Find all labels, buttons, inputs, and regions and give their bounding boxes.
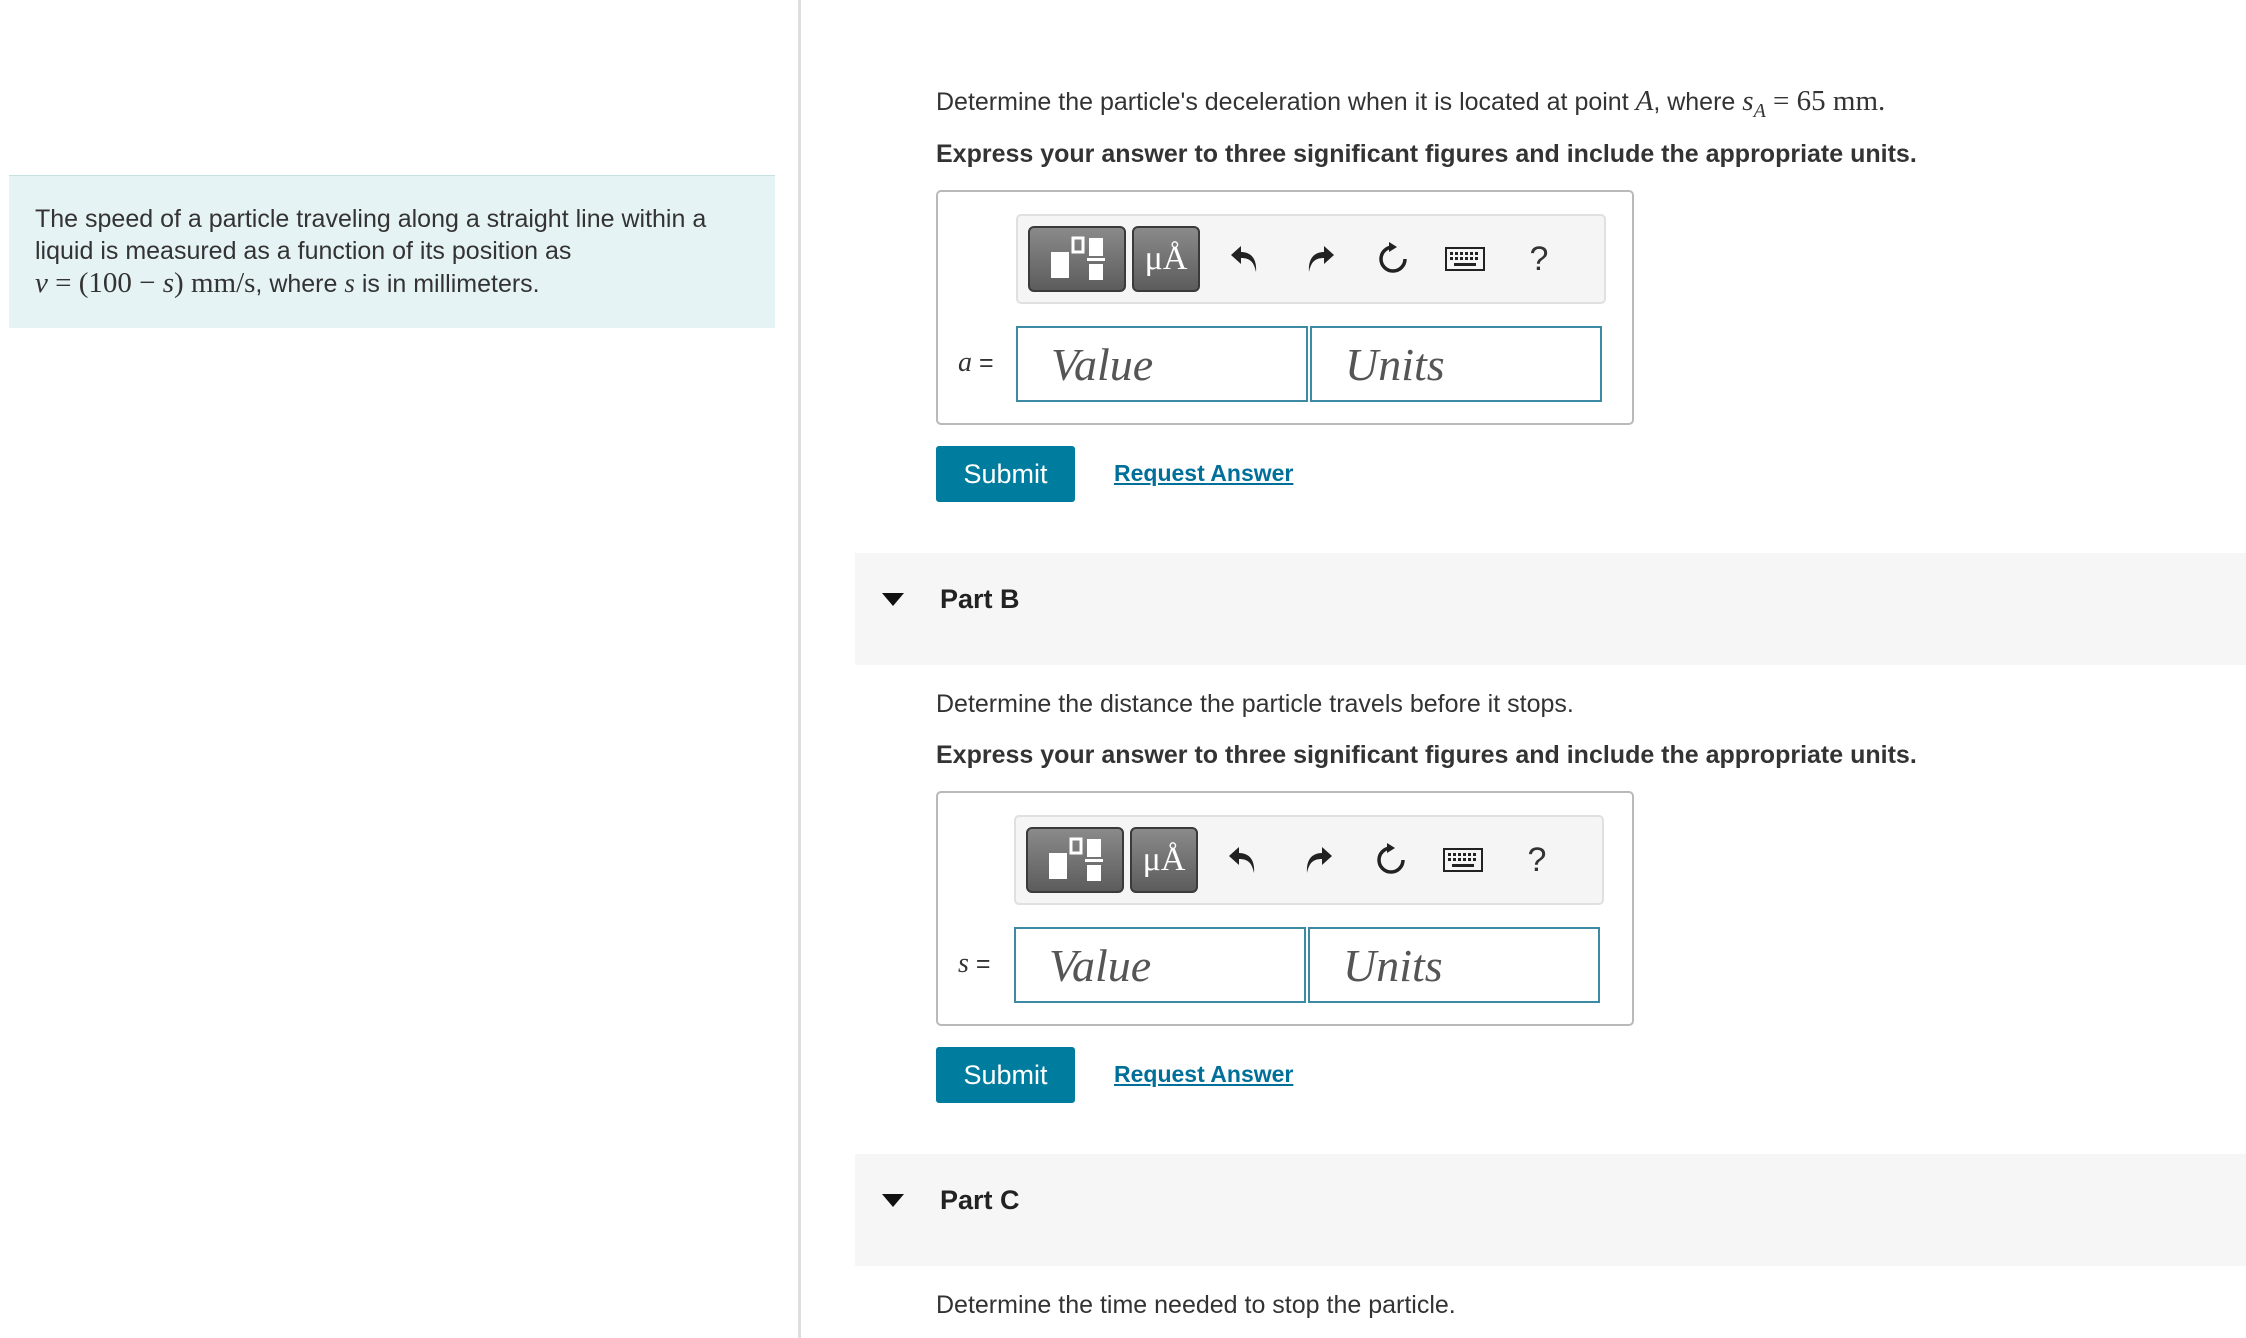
part-b-value-input[interactable] bbox=[1014, 927, 1306, 1003]
part-a-answer-box: μÅ ? a = bbox=[936, 190, 1634, 425]
part-b-instruction: Express your answer to three significant… bbox=[936, 741, 1917, 769]
velocity-equation: v = (100 − s) mm/s bbox=[35, 267, 256, 299]
reset-icon[interactable] bbox=[1366, 232, 1420, 286]
part-b-units-input[interactable] bbox=[1308, 927, 1600, 1003]
part-c-header[interactable]: Part C bbox=[855, 1154, 2246, 1266]
redo-icon[interactable] bbox=[1293, 232, 1347, 286]
keyboard-icon[interactable] bbox=[1436, 833, 1490, 887]
problem-panel: The speed of a particle traveling along … bbox=[0, 0, 801, 1338]
undo-icon[interactable] bbox=[1218, 232, 1272, 286]
part-b-submit-button[interactable]: Submit bbox=[936, 1047, 1075, 1103]
part-b-answer-box: μÅ ? s = bbox=[936, 791, 1634, 1026]
part-a-variable-label: a = bbox=[958, 347, 994, 378]
templates-icon[interactable] bbox=[1028, 226, 1126, 292]
units-icon[interactable]: μÅ bbox=[1132, 226, 1200, 292]
part-c-question: Determine the time needed to stop the pa… bbox=[936, 1291, 1456, 1319]
problem-statement: The speed of a particle traveling along … bbox=[9, 175, 775, 328]
part-a-request-answer-link[interactable]: Request Answer bbox=[1114, 460, 1293, 487]
templates-icon[interactable] bbox=[1026, 827, 1124, 893]
part-b-variable-label: s = bbox=[958, 948, 991, 979]
part-b-question: Determine the distance the particle trav… bbox=[936, 690, 1574, 718]
part-a-value-input[interactable] bbox=[1016, 326, 1308, 402]
redo-icon[interactable] bbox=[1291, 833, 1345, 887]
collapse-triangle-icon[interactable] bbox=[882, 593, 904, 606]
part-a-question: Determine the particle's deceleration wh… bbox=[936, 85, 1886, 122]
units-icon[interactable]: μÅ bbox=[1130, 827, 1198, 893]
collapse-triangle-icon[interactable] bbox=[882, 1194, 904, 1207]
reset-icon[interactable] bbox=[1364, 833, 1418, 887]
part-c-title: Part C bbox=[940, 1185, 1020, 1215]
part-b-header[interactable]: Part B bbox=[855, 553, 2246, 665]
help-icon[interactable]: ? bbox=[1510, 833, 1564, 887]
part-a-submit-button[interactable]: Submit bbox=[936, 446, 1075, 502]
part-a-toolbar: μÅ ? bbox=[1016, 214, 1606, 304]
part-b-request-answer-link[interactable]: Request Answer bbox=[1114, 1061, 1293, 1088]
problem-text-line2: liquid is measured as a function of its … bbox=[35, 237, 572, 265]
problem-text-line3: v = (100 − s) mm/s, where s is in millim… bbox=[35, 267, 540, 299]
problem-text-line1: The speed of a particle traveling along … bbox=[35, 205, 707, 233]
part-a-instruction: Express your answer to three significant… bbox=[936, 140, 1917, 168]
part-b-toolbar: μÅ ? bbox=[1014, 815, 1604, 905]
keyboard-icon[interactable] bbox=[1438, 232, 1492, 286]
part-b-title: Part B bbox=[940, 584, 1020, 614]
part-a-units-input[interactable] bbox=[1310, 326, 1602, 402]
help-icon[interactable]: ? bbox=[1512, 232, 1566, 286]
undo-icon[interactable] bbox=[1216, 833, 1270, 887]
